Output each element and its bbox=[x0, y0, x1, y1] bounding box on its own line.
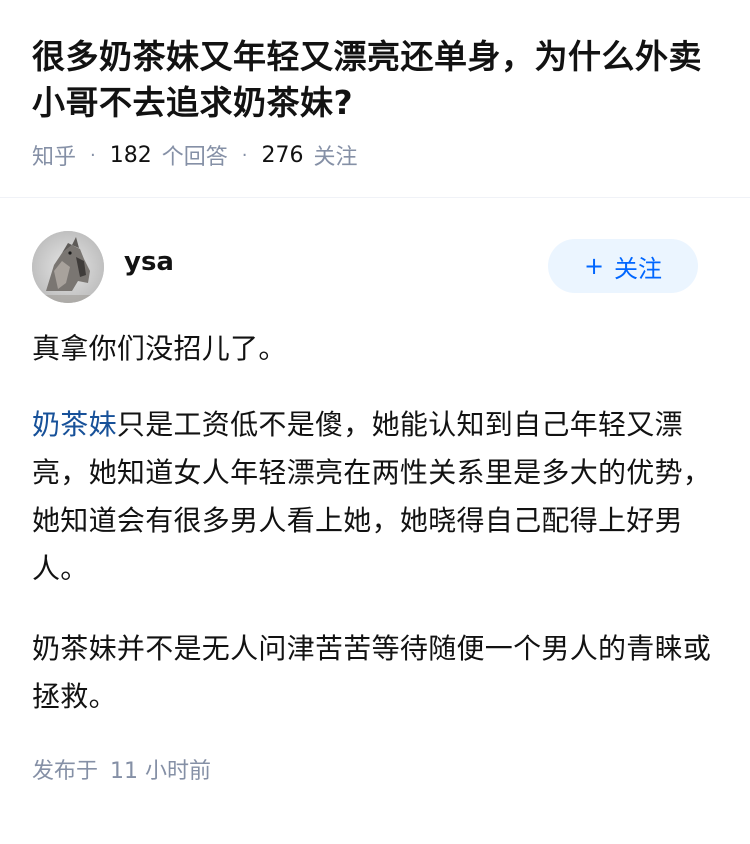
answer-card: ysa + 关注 真拿你们没招儿了。 奶茶妹只是工资低不是傻，她能认知到自己年轻… bbox=[0, 231, 750, 785]
answers-label: 个回答 bbox=[161, 145, 228, 170]
avatar[interactable] bbox=[32, 231, 104, 303]
separator-dot: · bbox=[241, 144, 248, 166]
answer-paragraph: 奶茶妹只是工资低不是傻，她能认知到自己年轻又漂亮，她知道女人年轻漂亮在两性关系里… bbox=[32, 401, 718, 593]
answers-count: 182 bbox=[109, 142, 152, 168]
publish-prefix: 发布于 bbox=[32, 759, 99, 784]
wolf-photo-avatar-icon bbox=[32, 231, 104, 303]
follow-label: 关注 bbox=[614, 254, 663, 283]
followers-label: 关注 bbox=[313, 145, 358, 170]
separator-dot: · bbox=[90, 144, 96, 166]
answer-paragraph: 奶茶妹并不是无人问津苦苦等待随便一个男人的青睐或拯救。 bbox=[32, 632, 712, 713]
publish-time: 11 小时前 bbox=[110, 759, 212, 784]
question-header: 很多奶茶妹又年轻又漂亮还单身，为什么外卖小哥不去追求奶茶妹? 知乎 · 182 … bbox=[0, 0, 750, 170]
answer-content: 真拿你们没招儿了。 奶茶妹只是工资低不是傻，她能认知到自己年轻又漂亮，她知道女人… bbox=[32, 325, 718, 721]
plus-icon: + bbox=[583, 252, 605, 280]
source-label[interactable]: 知乎 bbox=[32, 139, 76, 171]
keyword-link[interactable]: 奶茶妹 bbox=[32, 408, 117, 441]
publish-info: 发布于 11 小时前 bbox=[32, 753, 718, 785]
author-name[interactable]: ysa bbox=[124, 247, 174, 277]
section-divider bbox=[0, 197, 750, 198]
paragraph-text: 只是工资低不是傻，她能认知到自己年轻又漂亮，她知道女人年轻漂亮在两性关系里是多大… bbox=[32, 408, 712, 585]
followers-count: 276 bbox=[261, 142, 304, 168]
answer-paragraph: 真拿你们没招儿了。 bbox=[32, 332, 287, 365]
author-row: ysa + 关注 bbox=[32, 231, 718, 303]
question-title[interactable]: 很多奶茶妹又年轻又漂亮还单身，为什么外卖小哥不去追求奶茶妹? bbox=[32, 34, 718, 126]
follow-button[interactable]: + 关注 bbox=[548, 239, 698, 293]
question-meta: 知乎 · 182 个回答 · 276 关注 bbox=[32, 139, 718, 171]
